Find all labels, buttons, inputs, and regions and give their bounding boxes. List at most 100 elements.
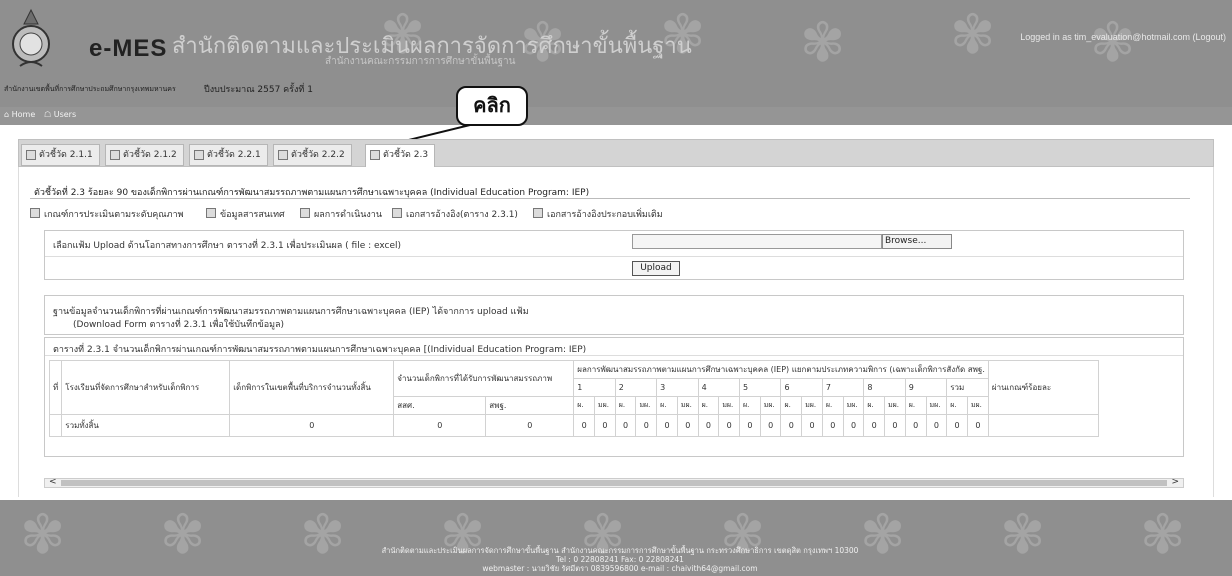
subtab-additional-reference[interactable]: เอกสารอ้างอิงประกอบเพิ่มเติม <box>533 207 663 221</box>
flower-pattern-icon: ✾ <box>950 3 996 66</box>
info-text: ฐานข้อมูลจำนวนเด็กพิการที่ผ่านเกณฑ์การพั… <box>53 307 529 317</box>
total-cell: 0 <box>884 414 906 437</box>
category-header: 7 <box>821 378 865 397</box>
fail-header: มผ. <box>676 396 699 415</box>
table-box: ตารางที่ 2.3.1 จำนวนเด็กพิการผ่านเกณฑ์กา… <box>44 337 1184 457</box>
pass-header: ผ. <box>946 396 968 415</box>
fail-header: มผ. <box>759 396 782 415</box>
category-header: 5 <box>739 378 782 397</box>
fail-header: มผ. <box>801 396 823 415</box>
total-cell: 0 <box>759 414 782 437</box>
info-box: ฐานข้อมูลจำนวนเด็กพิการที่ผ่านเกณฑ์การพั… <box>44 295 1184 335</box>
fail-header: มผ. <box>966 396 989 415</box>
total-cell: 0 <box>635 414 658 437</box>
tab-indicator-2-2-2[interactable]: ตัวชี้วัด 2.2.2 <box>273 144 352 166</box>
pass-header: ผ. <box>614 396 637 415</box>
pass-header: ผ. <box>863 396 886 415</box>
download-form-link[interactable]: (Download Form ตารางที่ 2.3.1 เพื่อใช้บั… <box>73 317 284 331</box>
total-cell: 0 <box>966 414 989 437</box>
site-footer: ✾ ✾ ✾ ✾ ✾ ✾ ✾ ✾ ✾ สำนักติดตามและประเมินผ… <box>0 500 1232 576</box>
upload-divider <box>45 256 1183 257</box>
tab-label: ตัวชี้วัด 2.2.1 <box>207 150 261 160</box>
total-cell: 0 <box>863 414 886 437</box>
total-cell: 0 <box>904 414 927 437</box>
scrollbar-thumb[interactable] <box>61 480 1167 486</box>
header-in-area: เด็กพิการในเขตพื้นที่บริการจำนวนทั้งสิ้น <box>229 360 395 415</box>
subtab-reference-table[interactable]: เอกสารอ้างอิง(ตาราง 2.3.1) <box>392 207 518 221</box>
pass-header: ผ. <box>780 396 803 415</box>
horizontal-scrollbar[interactable]: < > <box>44 477 1184 488</box>
header-pass-percent: ผ่านเกณฑ์ร้อยละ <box>987 360 1099 415</box>
tab-indicator-2-3[interactable]: ตัวชี้วัด 2.3 <box>365 144 436 168</box>
users-icon: ☖ <box>44 110 52 119</box>
total-sub-b: 0 <box>485 414 575 437</box>
fail-header: มผ. <box>594 396 616 415</box>
pass-header: ผ. <box>656 396 678 415</box>
total-cell: 0 <box>946 414 968 437</box>
pass-header: ผ. <box>739 396 761 415</box>
upload-label: เลือกแฟ้ม Upload ด้านโอกาสทางการศึกษา ตา… <box>53 241 402 251</box>
document-icon <box>533 208 543 218</box>
category-header: 1 <box>573 378 616 397</box>
nav-home[interactable]: ⌂ Home <box>4 110 35 119</box>
nav-users[interactable]: ☖ Users <box>44 110 76 119</box>
category-header: 2 <box>614 378 658 397</box>
site-header: ✾ ✾ ✾ ✾ ✾ ✾ e-MES สำนักติดตามและประเมินผ… <box>0 0 1232 125</box>
header-received: จำนวนเด็กพิการที่ได้รับการพัฒนาสมรรถภาพ <box>393 360 575 397</box>
nav-users-label: Users <box>53 110 77 119</box>
indicator-tab-bar: ตัวชี้วัด 2.1.1 ตัวชี้วัด 2.1.2 ตัวชี้วั… <box>18 139 1214 168</box>
category-header: 9 <box>904 378 948 397</box>
document-icon <box>392 208 402 218</box>
subtab-information[interactable]: ข้อมูลสารสนเทศ <box>206 207 285 221</box>
header-iep-group: ผลการพัฒนาสมรรถภาพตามแผนการศึกษาเฉพาะบุค… <box>573 360 989 379</box>
document-icon <box>110 150 120 160</box>
tab-indicator-2-2-1[interactable]: ตัวชี้วัด 2.2.1 <box>189 144 268 166</box>
fail-header: มผ. <box>718 396 741 415</box>
results-table: ที่ โรงเรียนที่จัดการศึกษาสำหรับเด็กพิกา… <box>48 360 1099 437</box>
document-icon <box>278 150 288 160</box>
category-header: 8 <box>863 378 906 397</box>
tab-indicator-2-1-1[interactable]: ตัวชี้วัด 2.1.1 <box>21 144 100 166</box>
document-icon <box>26 150 36 160</box>
fail-header: มผ. <box>884 396 906 415</box>
category-header: รวม <box>946 378 989 397</box>
file-path-input[interactable] <box>632 234 882 249</box>
fail-header: มผ. <box>925 396 948 415</box>
total-no <box>48 414 63 437</box>
total-pass-percent <box>987 414 1099 437</box>
click-callout: คลิก <box>456 86 528 126</box>
header-no: ที่ <box>48 360 63 415</box>
browse-button[interactable]: Browse... <box>882 234 952 249</box>
total-cell: 0 <box>780 414 803 437</box>
total-cell: 0 <box>739 414 761 437</box>
footer-line-2: Tel : 0 22808241 Fax: 0 22808241 <box>556 555 684 564</box>
nav-home-label: Home <box>11 110 36 119</box>
flower-pattern-icon: ✾ <box>1090 11 1136 74</box>
scroll-left-icon[interactable]: < <box>49 477 57 487</box>
pass-header: ผ. <box>697 396 720 415</box>
category-header: 4 <box>697 378 741 397</box>
footer-text: สำนักติดตามและประเมินผลการจัดการศึกษาขั้… <box>240 546 1000 573</box>
subtab-criteria[interactable]: เกณฑ์การประเมินตามระดับคุณภาพ <box>30 207 184 221</box>
subtab-label: เอกสารอ้างอิง(ตาราง 2.3.1) <box>406 210 518 220</box>
pass-header: ผ. <box>904 396 927 415</box>
scroll-right-icon[interactable]: > <box>1171 477 1179 487</box>
subtab-results[interactable]: ผลการดำเนินงาน <box>300 207 382 221</box>
indicator-title: ตัวชี้วัดที่ 2.3 ร้อยละ 90 ของเด็กพิการผ… <box>34 188 590 198</box>
document-icon <box>370 150 380 160</box>
pass-header: ผ. <box>821 396 844 415</box>
footer-line-3: webmaster : นายวิชัย รัศมีตรา 0839596800… <box>482 564 758 573</box>
total-cell: 0 <box>656 414 678 437</box>
total-cell: 0 <box>614 414 637 437</box>
logout-link[interactable]: (Logout) <box>1192 32 1226 42</box>
total-cell: 0 <box>801 414 823 437</box>
tab-label: ตัวชี้วัด 2.3 <box>383 150 429 160</box>
footer-line-1: สำนักติดตามและประเมินผลการจัดการศึกษาขั้… <box>381 546 859 555</box>
subtab-label: เอกสารอ้างอิงประกอบเพิ่มเติม <box>547 210 663 220</box>
tab-indicator-2-1-2[interactable]: ตัวชี้วัด 2.1.2 <box>105 144 184 166</box>
flower-pattern-icon: ✾ <box>20 503 66 566</box>
upload-button[interactable]: Upload <box>632 261 680 276</box>
table-caption: ตารางที่ 2.3.1 จำนวนเด็กพิการผ่านเกณฑ์กา… <box>53 345 587 355</box>
total-cell: 0 <box>573 414 595 437</box>
divider <box>45 355 1183 356</box>
